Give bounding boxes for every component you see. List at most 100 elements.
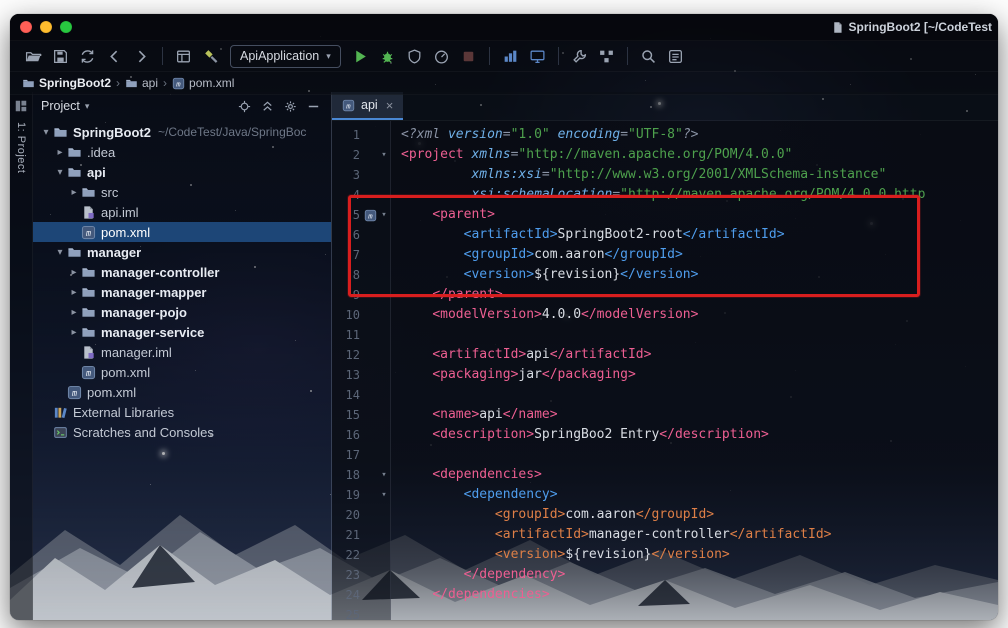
code-line[interactable]: </dependency> xyxy=(401,565,998,585)
line-number: 20 xyxy=(345,508,360,522)
tree-item-scratches-and-consoles[interactable]: Scratches and Consoles xyxy=(33,422,331,442)
code-line[interactable]: </dependencies> xyxy=(401,585,998,605)
tree-item--idea[interactable]: ▸ .idea xyxy=(33,142,331,162)
tree-item-manager-controller[interactable]: ▸ manager-controller xyxy=(33,262,331,282)
tree-item-springboot2[interactable]: ▾ SpringBoot2 ~/CodeTest/Java/SpringBoc xyxy=(33,122,331,142)
settings-wrench-button[interactable] xyxy=(566,44,593,68)
stop-button[interactable] xyxy=(455,44,482,68)
expand-arrow-icon[interactable]: ▸ xyxy=(67,267,81,278)
editor-layout-button[interactable] xyxy=(170,44,197,68)
run-button[interactable] xyxy=(347,44,374,68)
expand-arrow-icon[interactable]: ▸ xyxy=(67,307,81,318)
tree-item-manager-pojo[interactable]: ▸ manager-pojo xyxy=(33,302,331,322)
tree-item-src[interactable]: ▸ src xyxy=(33,182,331,202)
coverage-button[interactable] xyxy=(401,44,428,68)
expand-arrow-icon[interactable]: ▸ xyxy=(53,147,67,158)
code-area[interactable]: <?xml version="1.0" encoding="UTF-8"?> <p… xyxy=(391,121,998,620)
expand-arrow-icon[interactable]: ▾ xyxy=(39,127,53,138)
locate-button[interactable] xyxy=(234,96,254,116)
fold-marker[interactable]: ▾ xyxy=(378,485,390,505)
breadcrumb-item-api[interactable]: api xyxy=(125,76,158,90)
build-hammer-button[interactable] xyxy=(197,44,224,68)
code-line[interactable]: <parent> xyxy=(401,205,998,225)
code-line[interactable] xyxy=(401,325,998,345)
toolbar-separator xyxy=(557,47,559,65)
chart-button[interactable] xyxy=(497,44,524,68)
code-line[interactable]: <version>${revision}</version> xyxy=(401,265,998,285)
search-button[interactable] xyxy=(635,44,662,68)
folder-icon xyxy=(68,247,81,257)
back-arrow-button[interactable] xyxy=(101,44,128,68)
tree-item-pom-xml[interactable]: m pom.xml xyxy=(33,382,331,402)
zoom-window-button[interactable] xyxy=(60,21,72,33)
code-editor[interactable]: 1 2 ▾ 3 4 5 m ▾ 6 7 8 9 10 11 12 13 14 15 16 17 18 ▾ 19 ▾ 20 21 22… xyxy=(332,121,998,620)
code-line[interactable]: <?xml version="1.0" encoding="UTF-8"?> xyxy=(401,125,998,145)
run-configuration-select[interactable]: ApiApplication ▾ xyxy=(230,44,341,68)
settings-gear-button[interactable] xyxy=(280,96,300,116)
tree-item-api-iml[interactable]: api.iml xyxy=(33,202,331,222)
expand-arrow-icon[interactable]: ▸ xyxy=(67,287,81,298)
monitor-button[interactable] xyxy=(524,44,551,68)
tree-item-external-libraries[interactable]: External Libraries xyxy=(33,402,331,422)
open-folder-button[interactable] xyxy=(20,44,47,68)
debug-button[interactable] xyxy=(374,44,401,68)
code-line[interactable] xyxy=(401,605,998,620)
code-line[interactable]: <groupId>com.aaron</groupId> xyxy=(401,505,998,525)
save-button[interactable] xyxy=(47,44,74,68)
code-line[interactable]: <name>api</name> xyxy=(401,405,998,425)
forward-arrow-button[interactable] xyxy=(128,44,155,68)
code-line[interactable]: <project xmlns="http://maven.apache.org/… xyxy=(401,145,998,165)
tree-item-label: manager.iml xyxy=(101,344,172,360)
tree-item-pom-xml[interactable]: m pom.xml xyxy=(33,222,331,242)
code-line[interactable]: <groupId>com.aaron</groupId> xyxy=(401,245,998,265)
code-line[interactable]: xsi:schemaLocation="http://maven.apache.… xyxy=(401,185,998,205)
expand-arrow-icon[interactable]: ▸ xyxy=(67,327,81,338)
project-tool-icon[interactable] xyxy=(14,99,28,113)
project-tool-button[interactable]: 1: Project xyxy=(15,122,27,173)
fold-marker[interactable]: ▾ xyxy=(378,465,390,485)
find-action-button[interactable] xyxy=(662,44,689,68)
project-structure-button[interactable] xyxy=(593,44,620,68)
close-tab-icon[interactable]: × xyxy=(386,98,394,113)
expand-arrow-icon[interactable]: ▾ xyxy=(53,167,67,178)
code-line[interactable]: <description>SpringBoo2 Entry</descripti… xyxy=(401,425,998,445)
code-line[interactable]: <artifactId>api</artifactId> xyxy=(401,345,998,365)
code-line[interactable]: </parent> xyxy=(401,285,998,305)
close-window-button[interactable] xyxy=(20,21,32,33)
editor-tab-api[interactable]: m api × xyxy=(332,92,404,120)
fold-marker[interactable]: ▾ xyxy=(378,205,390,225)
minimize-window-button[interactable] xyxy=(40,21,52,33)
tree-item-pom-xml[interactable]: m pom.xml xyxy=(33,362,331,382)
code-line[interactable] xyxy=(401,385,998,405)
gutter-line: 12 xyxy=(332,345,390,365)
code-line[interactable]: <artifactId>SpringBoot2-root</artifactId… xyxy=(401,225,998,245)
expand-arrow-icon[interactable]: ▸ xyxy=(67,187,81,198)
code-line[interactable]: <packaging>jar</packaging> xyxy=(401,365,998,385)
code-line[interactable]: <modelVersion>4.0.0</modelVersion> xyxy=(401,305,998,325)
code-line[interactable] xyxy=(401,445,998,465)
tree-item-manager[interactable]: ▾ manager xyxy=(33,242,331,262)
gutter-line: 5 m ▾ xyxy=(332,205,390,225)
sync-button[interactable] xyxy=(74,44,101,68)
settings-gear-icon xyxy=(284,100,296,112)
profiler-button[interactable] xyxy=(428,44,455,68)
line-number: 15 xyxy=(345,408,360,422)
tree-item-api[interactable]: ▾ api xyxy=(33,162,331,182)
project-panel-title[interactable]: Project xyxy=(41,99,80,113)
svg-text:m: m xyxy=(367,211,373,220)
tree-item-manager-service[interactable]: ▸ manager-service xyxy=(33,322,331,342)
expand-arrow-icon[interactable]: ▾ xyxy=(53,247,67,258)
code-line[interactable]: <version>${revision}</version> xyxy=(401,545,998,565)
breadcrumb-item-springboot2[interactable]: SpringBoot2 xyxy=(22,76,111,90)
tree-item-manager-iml[interactable]: manager.iml xyxy=(33,342,331,362)
code-line[interactable]: xmlns:xsi="http://www.w3.org/2001/XMLSch… xyxy=(401,165,998,185)
breadcrumb-item-pom-xml[interactable]: m pom.xml xyxy=(172,76,234,90)
collapse-all-button[interactable] xyxy=(257,96,277,116)
code-line[interactable]: <dependency> xyxy=(401,485,998,505)
fold-marker[interactable]: ▾ xyxy=(378,145,390,165)
hide-panel-button[interactable] xyxy=(303,96,323,116)
code-line[interactable]: <dependencies> xyxy=(401,465,998,485)
code-line[interactable]: <artifactId>manager-controller</artifact… xyxy=(401,525,998,545)
tree-item-manager-mapper[interactable]: ▸ manager-mapper xyxy=(33,282,331,302)
title-bar: SpringBoot2 [~/CodeTest xyxy=(10,14,998,41)
